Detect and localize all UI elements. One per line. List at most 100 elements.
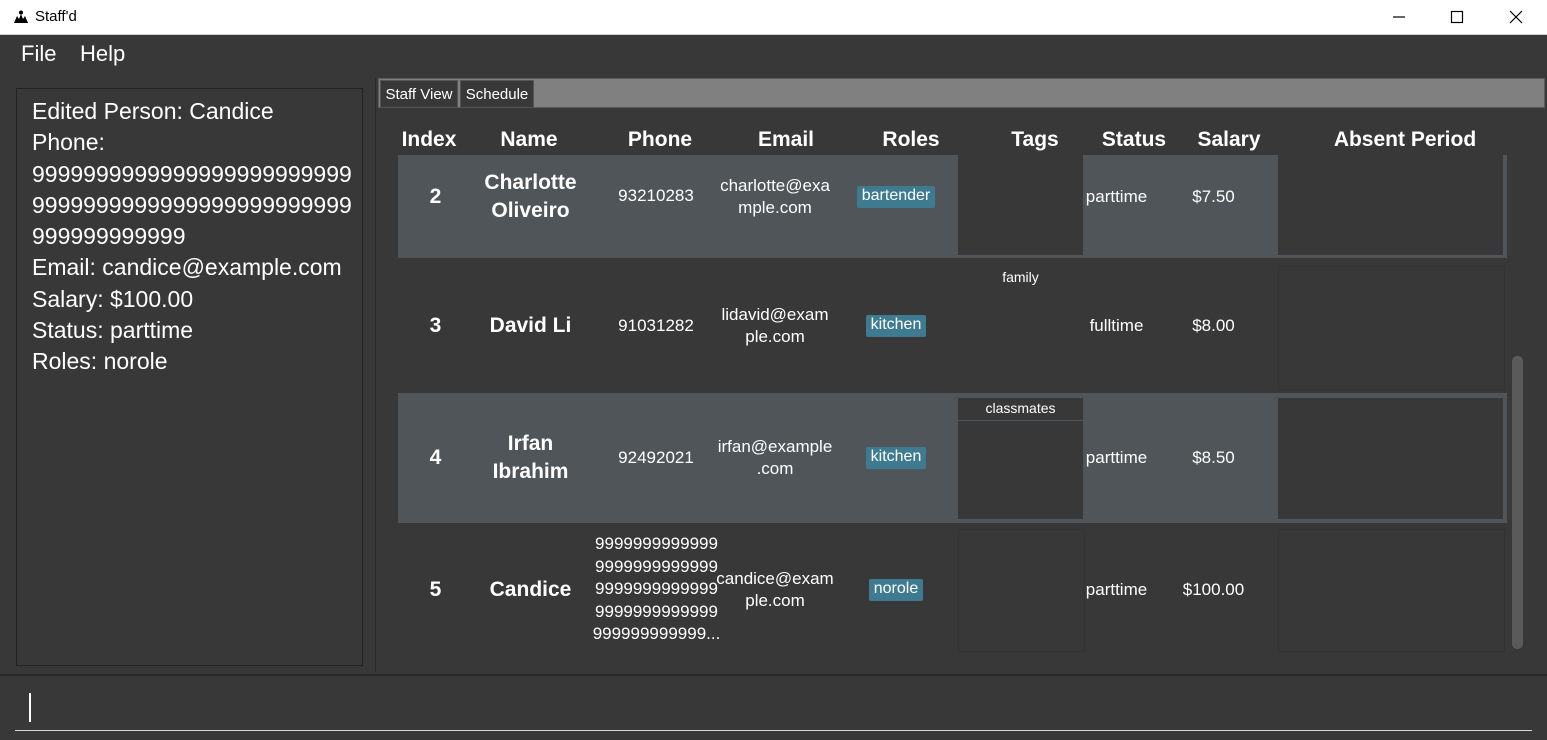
row-phone: 92492021 bbox=[618, 447, 694, 467]
window-title: Staff'd bbox=[35, 8, 77, 25]
minimize-button[interactable] bbox=[1370, 0, 1428, 34]
row-name: David Li bbox=[468, 262, 593, 390]
table-scrollbar-thumb[interactable] bbox=[1512, 356, 1523, 649]
row-name: Candice bbox=[489, 577, 572, 601]
command-input-cursor[interactable] bbox=[29, 693, 31, 722]
result-line-email: Email: candice@example.com bbox=[32, 254, 342, 281]
table-row[interactable]: 3 David Li 91031282 lidavid@exam ple.com… bbox=[398, 262, 1507, 390]
row-salary: $7.50 bbox=[1192, 186, 1235, 206]
row-index: 2 bbox=[429, 184, 442, 208]
name-line1: Irfan bbox=[507, 432, 554, 455]
row-roles: bartender bbox=[838, 155, 954, 238]
header-phone[interactable]: Phone bbox=[600, 128, 720, 152]
tab-schedule[interactable]: Schedule bbox=[460, 80, 534, 108]
result-line-edited: Edited Person: Candice bbox=[32, 98, 274, 124]
role-badge: kitchen bbox=[865, 315, 927, 337]
row-salary: $8.50 bbox=[1192, 448, 1235, 467]
phone-line: 999999999999... bbox=[592, 624, 721, 644]
name-line1: David Li bbox=[489, 314, 572, 337]
row-status: fulltime bbox=[1089, 316, 1144, 335]
email-line2: ple.com bbox=[745, 327, 805, 346]
tags-cell bbox=[958, 155, 1083, 255]
header-tags[interactable]: Tags bbox=[970, 128, 1100, 152]
email-line1: lidavid@exam bbox=[721, 305, 829, 324]
tab-bar bbox=[378, 78, 1545, 108]
row-status: parttime bbox=[1085, 579, 1148, 599]
phone-line: 9999999999999 bbox=[595, 556, 718, 576]
row-index: 5 bbox=[429, 577, 442, 601]
row-phone: 93210283 bbox=[618, 186, 694, 206]
tags-cell bbox=[958, 529, 1085, 652]
header-status[interactable]: Status bbox=[1088, 128, 1180, 152]
row-name: Irfan Ibrahim bbox=[468, 393, 593, 523]
title-bar: Staff'd bbox=[0, 0, 1547, 35]
email-line1: candice@exam bbox=[716, 568, 834, 588]
row-status: parttime bbox=[1085, 448, 1148, 467]
row-phone: 9999999999999 9999999999999 999999999999… bbox=[592, 526, 721, 653]
absent-period-cell bbox=[1278, 266, 1505, 390]
row-salary: $8.00 bbox=[1192, 316, 1235, 335]
email-line2: mple.com bbox=[738, 197, 812, 217]
table-row[interactable]: 4 Irfan Ibrahim 92492021 irfan@example .… bbox=[398, 393, 1507, 523]
result-display-text: Edited Person: Candice Phone: 9999999999… bbox=[32, 96, 352, 378]
header-absent-period[interactable]: Absent Period bbox=[1300, 128, 1510, 152]
menu-bar: File Help bbox=[0, 35, 1547, 78]
email-line1: charlotte@exa bbox=[720, 175, 830, 195]
row-roles: norole bbox=[838, 526, 954, 653]
header-salary[interactable]: Salary bbox=[1182, 128, 1276, 152]
role-badge: kitchen bbox=[865, 447, 927, 469]
result-line-phone-value: 9999999999999999999999999999999999999999… bbox=[32, 160, 352, 250]
phone-line: 9999999999999 bbox=[595, 601, 718, 621]
row-email: lidavid@exam ple.com bbox=[716, 262, 834, 390]
role-badge: norole bbox=[868, 578, 924, 601]
absent-period-cell bbox=[1278, 529, 1505, 652]
menu-help[interactable]: Help bbox=[80, 41, 125, 67]
row-roles: kitchen bbox=[838, 262, 954, 390]
phone-line: 9999999999999 bbox=[595, 534, 718, 554]
header-roles[interactable]: Roles bbox=[856, 128, 966, 152]
result-line-phone-label: Phone: bbox=[32, 129, 105, 156]
header-email[interactable]: Email bbox=[722, 128, 850, 152]
tag-label: classmates bbox=[985, 400, 1056, 416]
tag-label: family bbox=[1002, 269, 1039, 285]
email-line1: irfan@example bbox=[717, 437, 833, 456]
table-row[interactable]: 2 Charlotte Oliveiro 93210283 charlotte@… bbox=[398, 155, 1507, 258]
phone-line: 9999999999999 bbox=[595, 579, 718, 599]
name-line1: Charlotte bbox=[484, 170, 577, 194]
tag-divider bbox=[958, 420, 1083, 421]
maximize-button[interactable] bbox=[1428, 0, 1486, 34]
result-line-status: Status: parttime bbox=[32, 317, 194, 344]
minimize-icon bbox=[1393, 16, 1405, 18]
menu-file[interactable]: File bbox=[21, 41, 56, 67]
app-logo-icon bbox=[14, 10, 28, 23]
absent-period-cell bbox=[1278, 398, 1503, 519]
row-roles: kitchen bbox=[838, 393, 954, 523]
close-button[interactable] bbox=[1487, 0, 1545, 34]
row-phone: 91031282 bbox=[618, 315, 694, 335]
header-index[interactable]: Index bbox=[398, 128, 460, 152]
result-line-roles: Roles: norole bbox=[32, 348, 168, 375]
name-line2: Oliveiro bbox=[491, 198, 570, 222]
tags-cell bbox=[958, 398, 1083, 519]
email-line2: ple.com bbox=[745, 590, 805, 610]
row-index: 3 bbox=[429, 314, 442, 337]
absent-period-cell bbox=[1278, 155, 1503, 255]
maximize-icon bbox=[1450, 10, 1464, 24]
row-index: 4 bbox=[429, 446, 442, 469]
close-icon bbox=[1509, 10, 1523, 24]
row-email: candice@exam ple.com bbox=[716, 526, 834, 653]
row-status: parttime bbox=[1085, 186, 1148, 206]
result-line-salary: Salary: $100.00 bbox=[32, 285, 194, 312]
role-badge: bartender bbox=[856, 185, 936, 208]
row-email: charlotte@exa mple.com bbox=[716, 155, 834, 238]
row-salary: $100.00 bbox=[1182, 579, 1245, 599]
email-line2: .com bbox=[756, 459, 794, 478]
name-line2: Ibrahim bbox=[492, 460, 569, 483]
tab-staff-view[interactable]: Staff View bbox=[380, 80, 458, 108]
tags-cell bbox=[958, 288, 1083, 388]
command-input-underline bbox=[15, 730, 1532, 731]
row-name: Charlotte Oliveiro bbox=[468, 155, 593, 238]
row-email: irfan@example .com bbox=[716, 393, 834, 523]
table-row[interactable]: 5 Candice 9999999999999 9999999999999 99… bbox=[398, 526, 1507, 653]
header-name[interactable]: Name bbox=[470, 128, 588, 152]
